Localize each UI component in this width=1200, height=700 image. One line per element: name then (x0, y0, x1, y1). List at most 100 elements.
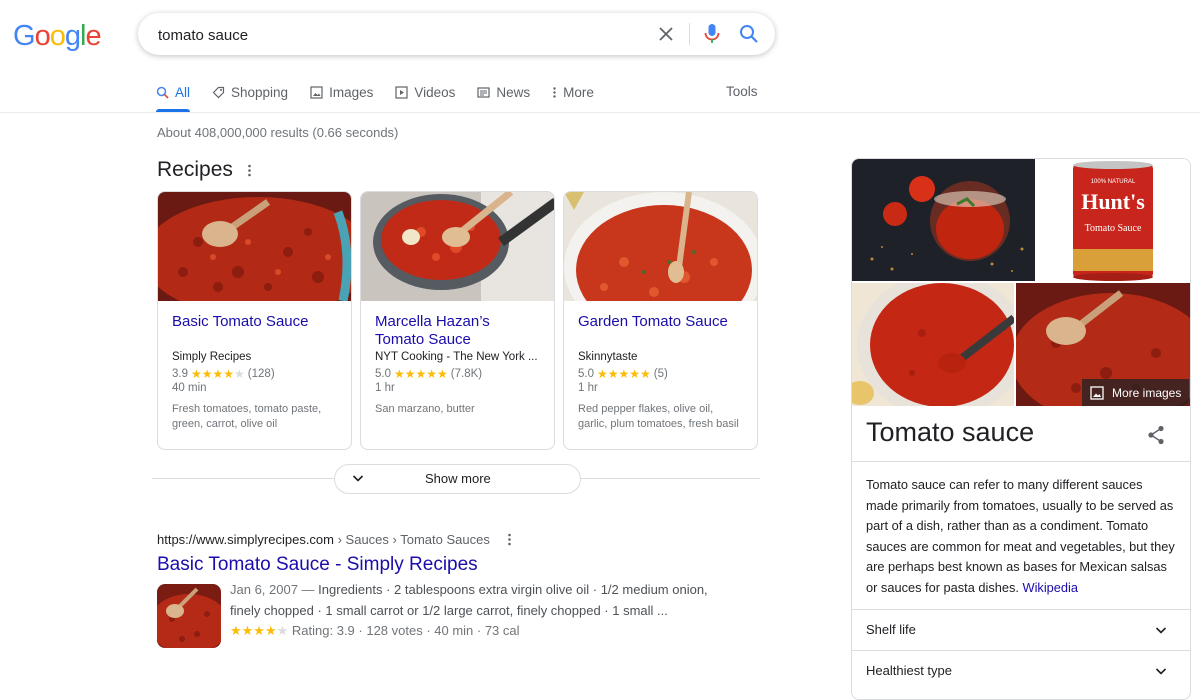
star-rating-icon: ★★★★★ (394, 367, 448, 381)
kp-description: Tomato sauce can refer to many different… (866, 475, 1176, 598)
share-icon[interactable] (1147, 425, 1165, 450)
result-date: Jan 6, 2007 — (230, 582, 319, 597)
tab-videos[interactable]: Videos (395, 82, 455, 102)
kp-row-label: Shelf life (866, 622, 916, 637)
result-snippet: Jan 6, 2007 — Ingredients · 2 tablespoon… (230, 580, 730, 642)
recipe-time: 40 min (172, 382, 207, 394)
tab-images[interactable]: Images (310, 82, 373, 102)
recipe-time: 1 hr (375, 382, 395, 394)
tab-news[interactable]: News (477, 82, 530, 102)
tab-more[interactable]: More (552, 82, 594, 102)
can-brand-text: Hunt's (1081, 189, 1145, 214)
more-images-label: More images (1112, 385, 1182, 400)
kp-row-label: Healthiest type (866, 663, 952, 678)
search-tabs: All Shopping Images Videos News More (156, 82, 616, 112)
tab-label: Shopping (231, 84, 289, 100)
kp-image[interactable] (852, 283, 1014, 406)
tab-label: More (563, 84, 594, 100)
chevron-down-icon (1154, 664, 1168, 683)
google-logo[interactable]: Google (13, 20, 102, 53)
result-title-link[interactable]: Basic Tomato Sauce - Simply Recipes (157, 554, 478, 576)
show-more-button[interactable]: Show more (334, 464, 581, 494)
logo-letter: G (13, 20, 36, 52)
search-box (138, 13, 775, 57)
clear-icon[interactable] (656, 24, 676, 44)
search-icon (156, 86, 169, 99)
kp-divider (852, 461, 1190, 462)
recipes-heading: Recipes (157, 158, 233, 181)
more-options-icon[interactable] (507, 533, 512, 551)
result-url[interactable]: https://www.simplyrecipes.com › Sauces ›… (157, 532, 490, 547)
kp-row-healthiest-type[interactable]: Healthiest type (852, 651, 1190, 691)
search-icon[interactable] (738, 23, 760, 45)
tab-label: All (175, 84, 191, 100)
can-top-text: 100% NATURAL (1091, 179, 1136, 185)
more-options-icon[interactable] (247, 164, 252, 182)
chevron-down-icon (1154, 623, 1168, 642)
recipe-image (158, 192, 351, 301)
logo-letter: e (85, 20, 101, 52)
recipe-image (361, 192, 554, 301)
play-icon (395, 85, 408, 99)
tag-icon (212, 86, 225, 98)
recipe-source: Skinnytaste (578, 351, 638, 363)
kp-description-text: Tomato sauce can refer to many different… (866, 477, 1175, 595)
image-icon (310, 85, 323, 99)
recipe-source: Simply Recipes (172, 351, 252, 363)
news-icon (477, 86, 491, 98)
recipe-card[interactable]: Marcella Hazan’s Tomato Sauce NYT Cookin… (360, 191, 555, 450)
result-domain: https://www.simplyrecipes.com (157, 532, 334, 547)
image-icon (1090, 385, 1104, 400)
rating-value: 5.0 (578, 368, 594, 380)
recipe-ingredients: San marzano, butter (375, 403, 475, 415)
star-rating-icon: ★★★★★ (597, 367, 651, 381)
star-rating-icon: ★★★★★ (191, 367, 245, 381)
tab-all[interactable]: All (156, 82, 191, 112)
knowledge-panel: 100% NATURAL Hunt's Tomato Sauce More im… (851, 158, 1191, 700)
results-stats: About 408,000,000 results (0.66 seconds) (157, 125, 399, 140)
recipe-ingredients: Red pepper flakes, olive oil, garlic, pl… (578, 403, 739, 430)
recipe-card[interactable]: Basic Tomato Sauce Simply Recipes 3.9 ★★… (157, 191, 352, 450)
result-rating-text: Rating: 3.9 · 128 votes · 40 min · 73 ca… (291, 623, 520, 638)
kp-image[interactable] (852, 159, 1035, 281)
recipe-rating: 5.0 ★★★★★ (5) (578, 367, 743, 381)
rating-votes: (5) (653, 368, 668, 380)
tools-button[interactable]: Tools (726, 84, 758, 99)
recipe-title: Marcella Hazan’s Tomato Sauce (375, 313, 490, 348)
logo-letter: o (49, 20, 66, 52)
rating-value: 5.0 (375, 368, 391, 380)
more-images-button[interactable]: More images (1082, 379, 1189, 406)
tab-label: Images (329, 84, 374, 100)
recipe-ingredients: Fresh tomatoes, tomato paste, green, car… (172, 403, 322, 430)
tab-shopping[interactable]: Shopping (212, 82, 288, 102)
logo-letter: o (34, 20, 51, 52)
search-divider (689, 23, 690, 45)
tabs-divider (0, 112, 1200, 113)
logo-letter: g (64, 20, 81, 52)
star-rating-icon: ★★★★★ (230, 623, 289, 638)
kp-image[interactable]: 100% NATURAL Hunt's Tomato Sauce (1037, 159, 1190, 281)
rating-votes: (7.8K) (450, 368, 483, 380)
recipe-time: 1 hr (578, 382, 598, 394)
recipe-card[interactable]: Garden Tomato Sauce Skinnytaste 5.0 ★★★★… (563, 191, 758, 450)
microphone-icon[interactable] (701, 22, 723, 46)
kp-title: Tomato sauce (866, 417, 1035, 447)
tab-label: News (496, 84, 531, 100)
more-vert-icon (553, 86, 556, 98)
can-product-text: Tomato Sauce (1085, 223, 1142, 234)
recipe-title: Basic Tomato Sauce (172, 313, 309, 330)
show-more-label: Show more (425, 471, 491, 486)
result-thumbnail[interactable] (157, 584, 221, 648)
recipe-title: Garden Tomato Sauce (578, 313, 728, 330)
rating-value: 3.9 (172, 368, 188, 380)
recipe-rating: 3.9 ★★★★★ (128) (172, 367, 337, 381)
wikipedia-link[interactable]: Wikipedia (1023, 580, 1078, 595)
tab-label: Videos (414, 84, 456, 100)
result-breadcrumb: › Sauces › Tomato Sauces (334, 532, 490, 547)
chevron-down-icon (351, 471, 365, 488)
kp-row-shelf-life[interactable]: Shelf life (852, 610, 1190, 650)
recipe-rating: 5.0 ★★★★★ (7.8K) (375, 367, 540, 381)
recipe-image (564, 192, 757, 301)
search-input[interactable] (156, 13, 640, 57)
rating-votes: (128) (247, 368, 275, 380)
